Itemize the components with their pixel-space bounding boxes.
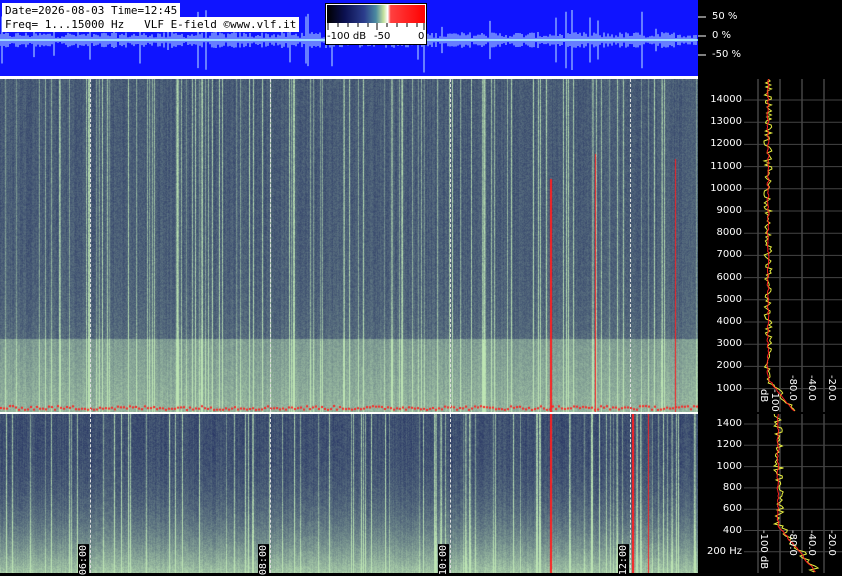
db-label-low-1: -80.0 [787, 530, 798, 556]
frequency-tick-label: 5000 [716, 293, 742, 305]
spectrogram-high-canvas [0, 79, 698, 412]
spectrogram-low-band [0, 414, 698, 573]
time-label-1000: 10:00 [438, 544, 449, 576]
colorbar-legend: -100 dB -50 0 [325, 3, 427, 45]
frequency-tick-label: 400 [722, 524, 742, 536]
frequency-tick-label: 1200 [716, 439, 742, 451]
frequency-tick-label: 11000 [710, 160, 742, 172]
spectrogram-high-band [0, 79, 698, 412]
frequency-tick-label: 9000 [716, 205, 742, 216]
db-label-low-0: -100 dB [758, 530, 769, 570]
db-label-low-3: -20.0 [826, 530, 837, 556]
frequency-tick-label: 1000 [716, 382, 742, 394]
frequency-info-label: Freq= 1...15000 Hz VLF E-field ©www.vlf.… [2, 17, 300, 32]
frequency-tick-label: 13000 [710, 116, 742, 128]
colorbar-label-min: -100 dB [327, 31, 367, 42]
spectrogram-low-canvas [0, 414, 698, 573]
db-label-low-2: -40.0 [806, 530, 817, 556]
frequency-tick-label: 12000 [710, 138, 742, 150]
colorbar-gradient [327, 5, 425, 23]
frequency-tick-label: 3000 [716, 338, 742, 350]
date-time-label: Date=2026-08-03 Time=12:45 [2, 3, 181, 18]
time-label-0600: 06:00 [78, 544, 89, 576]
db-label-high-1: -80.0 [787, 375, 798, 401]
colorbar-label-max: 0 [418, 31, 425, 42]
amplitude-label-neg: -50 % [712, 49, 742, 60]
colorbar-ticks [327, 23, 425, 30]
spectrum-profile-low: 1400 1200 1000 800 600 400 200 Hz -100 dB -80.… [698, 414, 842, 573]
frequency-tick-label: 8000 [716, 227, 742, 239]
frequency-tick-label: 6000 [716, 271, 742, 283]
spectrum-profile-high: 14000 13000 12000 11000 10000 9000 8000 7000 600… [698, 79, 842, 412]
colorbar-label-mid: -50 [374, 31, 391, 42]
amplitude-label-zero: 0 % [712, 30, 732, 41]
frequency-tick-label: 600 [722, 503, 742, 515]
db-label-high-3: -20.0 [826, 375, 837, 401]
time-label-0800: 08:00 [258, 544, 269, 576]
frequency-tick-label: 800 [722, 481, 742, 493]
frequency-tick-label: 14000 [710, 94, 742, 105]
frequency-tick-label: 10000 [710, 182, 742, 194]
db-label-high-0: -100 dB [758, 389, 780, 412]
frequency-tick-label: 4000 [716, 316, 742, 327]
frequency-tick-label: 2000 [716, 360, 742, 372]
frequency-tick-label: 1000 [716, 460, 742, 472]
frequency-tick-label: 200 Hz [706, 545, 742, 557]
frequency-tick-label: 7000 [716, 249, 742, 261]
time-label-1200: 12:00 [618, 544, 629, 576]
amplitude-ticks [698, 16, 706, 56]
frequency-tick-label: 1400 [716, 418, 742, 429]
amplitude-label-pos: 50 % [712, 11, 738, 22]
db-label-high-2: -40.0 [806, 375, 817, 401]
amplitude-scale-panel: 50 % 0 % -50 % [698, 0, 842, 76]
